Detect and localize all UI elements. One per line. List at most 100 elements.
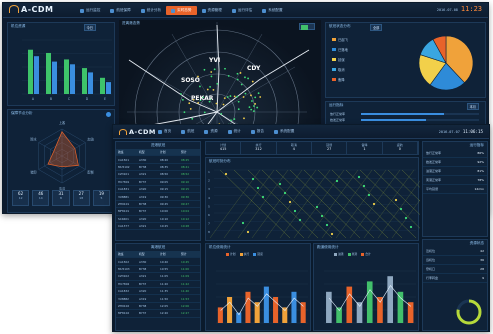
aircraft-dot <box>224 67 226 70</box>
aircraft-dot <box>203 68 206 71</box>
nav-item-5[interactable]: 报告 <box>246 127 269 136</box>
radar-axis-label: 除冰 <box>30 137 37 142</box>
table-row[interactable]: 3U8882 A319 11:50 11:53 <box>116 295 200 303</box>
nav-item-4[interactable]: 实时态势 <box>166 6 197 15</box>
table-row[interactable]: CA1377 A321 10:25 10:28 <box>116 223 200 231</box>
table-row[interactable]: SC4601 A320 10:10 10:12 <box>116 216 200 223</box>
arrivals-table: 航班 机型 计划 预计 CA1501 A330 08:20 08:25 MU5102 B738 08… <box>116 149 200 231</box>
legend-item: 离港 <box>347 252 357 256</box>
aircraft-dot <box>236 78 239 81</box>
column-header: 航班 <box>118 150 124 155</box>
table-row[interactable]: CA1501 A330 08:20 08:25 <box>116 156 200 164</box>
table-row[interactable]: MF8101 B737 10:00 10:04 <box>116 208 200 216</box>
table-row[interactable]: 3U8881 A319 09:30 09:36 <box>116 193 200 201</box>
nav-item-7[interactable]: 系统配置 <box>257 6 287 15</box>
settings-icon[interactable] <box>106 112 111 117</box>
bar <box>291 291 297 323</box>
bar <box>346 286 353 323</box>
aircraft-dot <box>236 95 239 98</box>
nav-item-1[interactable]: 运行监控 <box>75 6 105 15</box>
transfer-line <box>209 169 261 239</box>
aircraft-dot <box>179 92 182 95</box>
table-row[interactable]: MU5102 B738 08:35 08:41 <box>116 164 200 172</box>
nav-label: 系统配置 <box>268 8 283 12</box>
clock-time: 11:23 <box>460 5 482 13</box>
x-tick-label: D <box>86 97 89 101</box>
flight-marker <box>367 193 371 197</box>
kpi-value: 1 <box>363 147 366 151</box>
table-row[interactable]: ZH9101 B738 09:45 09:47 <box>116 201 200 209</box>
nav-item-6[interactable]: 系统配置 <box>269 127 299 136</box>
nav-label: 首页 <box>164 129 172 133</box>
nav-icon <box>250 129 255 134</box>
nav-item-1[interactable]: 首页 <box>153 127 176 136</box>
flight-marker <box>372 202 376 206</box>
period-select[interactable]: 今日 <box>83 24 96 31</box>
logo-icon <box>119 129 127 135</box>
table-cell: 11:40 <box>181 289 190 294</box>
legend-label: 取消 <box>338 68 345 72</box>
nav-item-5[interactable]: 资源管理 <box>197 6 227 15</box>
legend-label: 已落地 <box>338 48 348 52</box>
table-row[interactable]: HU7802 B737 11:20 11:22 <box>116 281 200 288</box>
table-cell: 11:22 <box>181 281 190 286</box>
node-stats: 62 12 46 14 31 8 27 18 19 5 <box>12 190 111 206</box>
legend-swatch <box>239 252 243 256</box>
list-value: 12min <box>474 187 484 191</box>
flight-marker <box>256 186 260 190</box>
bar <box>300 302 306 323</box>
list-label: 登机口 <box>426 267 436 271</box>
table-row[interactable]: CA1831 A320 09:15 09:15 <box>116 186 200 194</box>
table-cell: MF8102 <box>118 311 130 316</box>
table-row[interactable]: ZH9102 B738 12:05 12:06 <box>116 303 200 311</box>
list-value: 9 <box>482 276 484 280</box>
nav-item-6[interactable]: 运行评估 <box>227 6 257 15</box>
legend-item: 进港 <box>334 252 344 256</box>
kpi-item: 返航 0 <box>383 142 418 154</box>
indicator-select[interactable]: 本月 <box>466 103 479 110</box>
table-row[interactable]: CZ3102 A321 11:05 11:09 <box>116 273 200 281</box>
aircraft-dot <box>254 96 257 99</box>
node-analysis-panel: 保障节点分析 上客 加油 配餐 清洁 装卸 除冰 62 12 46 14 31 8 27 18 19 5 <box>7 109 115 213</box>
table-cell: A321 <box>139 172 147 177</box>
nav-item-3[interactable]: 资源 <box>199 127 222 136</box>
resource-list: 近机位 42 远机位 36 登机口 28 行李转盘 9 <box>423 247 487 283</box>
table-cell: A330 <box>139 157 147 162</box>
aircraft-dot <box>181 98 184 101</box>
bar-series1 <box>82 68 87 94</box>
nav-item-2[interactable]: 航班保障 <box>105 6 135 15</box>
table-row[interactable]: MF8102 B737 12:20 12:27 <box>116 310 200 318</box>
table-row[interactable]: CA1502 A330 10:40 10:45 <box>116 258 200 266</box>
transfer-line <box>307 169 359 239</box>
waypoint-label: CDY <box>247 65 261 72</box>
table-cell: 09:45 <box>160 201 169 206</box>
flight-marker <box>288 200 292 204</box>
nav-label: 系统配置 <box>279 129 295 133</box>
nav-label: 资源 <box>210 129 218 133</box>
table-row[interactable]: HU7801 B737 09:05 09:10 <box>116 179 200 186</box>
nav-item-3[interactable]: 统计分析 <box>136 6 166 15</box>
table-row[interactable]: MU5103 B738 10:55 11:00 <box>116 266 200 274</box>
transfer-line <box>279 169 331 239</box>
flight-marker <box>298 218 302 222</box>
table-row[interactable]: CZ3101 A321 08:50 08:52 <box>116 171 200 179</box>
list-value: 81% <box>477 169 484 173</box>
node-radar-chart: 上客加油配餐清洁装卸除冰 <box>30 120 94 190</box>
flight-marker <box>283 191 287 195</box>
table-cell: 08:50 <box>160 172 169 177</box>
list-value: 78% <box>477 178 484 182</box>
status-select[interactable]: 全部 <box>370 24 383 31</box>
legend-label: 执行 <box>243 252 250 256</box>
nav-item-4[interactable]: 统计 <box>223 127 246 136</box>
transfer-line <box>275 169 347 239</box>
table-cell: 12:27 <box>181 311 190 316</box>
timeline-chart[interactable]: 1 2 3 4 5 6 7 8 <box>206 166 420 242</box>
table-cell: A320 <box>139 216 147 221</box>
table-cell: A319 <box>139 296 147 301</box>
waypoint-label: PEKAR <box>191 95 214 102</box>
transfer-line <box>331 169 403 239</box>
aircraft-dot <box>213 68 216 71</box>
nav-item-2[interactable]: 航班 <box>176 127 199 136</box>
table-row[interactable]: CA1832 A320 11:35 11:40 <box>116 288 200 296</box>
table-cell: 10:55 <box>160 266 169 271</box>
